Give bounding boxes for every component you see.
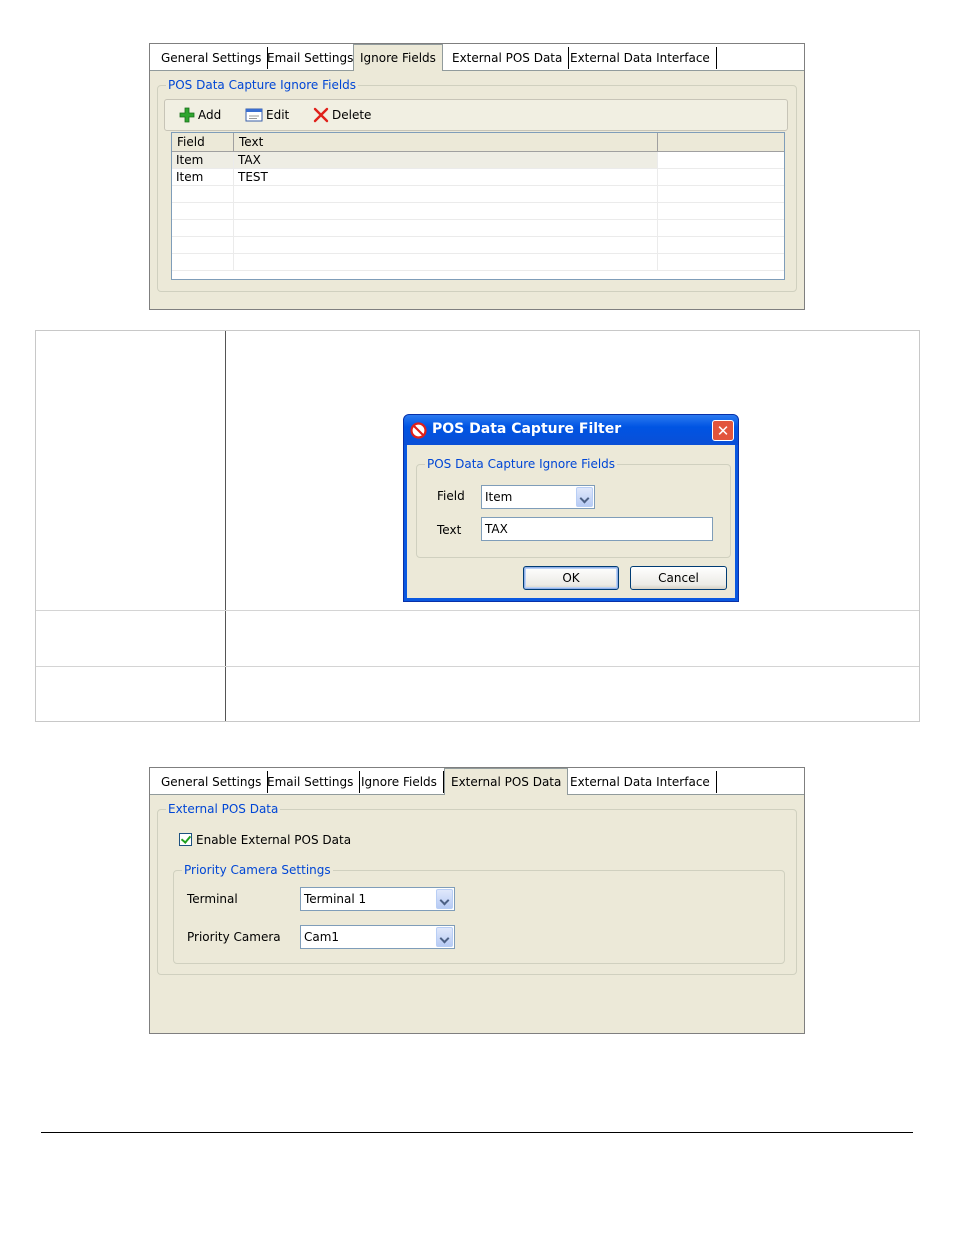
add-button[interactable]: Add — [179, 105, 221, 125]
field-select[interactable]: Item — [481, 485, 595, 509]
dialog-title: POS Data Capture Filter — [432, 421, 622, 437]
cell-extra — [658, 152, 784, 168]
column-header-text[interactable]: Text — [234, 133, 658, 151]
column-divider — [225, 331, 226, 721]
delete-x-icon — [313, 107, 329, 123]
table-header: Field Text — [172, 133, 784, 152]
table-row-empty — [172, 254, 784, 271]
pos-data-capture-filter-dialog: POS Data Capture Filter ✕ POS Data Captu… — [403, 414, 739, 602]
group-title: POS Data Capture Ignore Fields — [166, 78, 359, 92]
ignore-fields-group: POS Data Capture Ignore Fields Add Edit … — [157, 78, 797, 292]
table-row-empty — [172, 237, 784, 254]
dialog-ignore-fields-group: POS Data Capture Ignore Fields Field Ite… — [416, 457, 731, 558]
tab-ignore-fields[interactable]: Ignore Fields — [355, 771, 444, 793]
enable-external-pos-checkbox[interactable] — [179, 833, 192, 846]
tab-email-settings[interactable]: Email Settings — [261, 771, 361, 793]
footer-rule — [41, 1132, 913, 1133]
dialog-body: POS Data Capture Ignore Fields Field Ite… — [407, 445, 735, 598]
table-row[interactable]: Item TEST — [172, 169, 784, 186]
cancel-button[interactable]: Cancel — [630, 566, 727, 590]
enable-external-pos-label[interactable]: Enable External POS Data — [196, 833, 351, 847]
edit-button[interactable]: Edit — [245, 105, 289, 125]
terminal-select[interactable]: Terminal 1 — [300, 887, 455, 911]
chevron-down-icon[interactable] — [436, 927, 453, 947]
add-button-label: Add — [198, 108, 222, 122]
tab-external-pos-data[interactable]: External POS Data — [446, 47, 570, 69]
tab-external-pos-data[interactable]: External POS Data — [444, 768, 569, 795]
edit-button-label: Edit — [266, 108, 290, 122]
tab-strip: General Settings Email Settings Ignore F… — [150, 768, 804, 795]
field-select-value: Item — [485, 490, 513, 504]
cell-field: Item — [172, 152, 234, 168]
table-row-empty — [172, 203, 784, 220]
chevron-down-icon[interactable] — [436, 889, 453, 909]
tab-external-data-interface[interactable]: External Data Interface — [564, 771, 717, 793]
table-row[interactable]: Item TAX — [172, 152, 784, 169]
text-input-value: TAX — [485, 522, 508, 536]
field-label: Field — [437, 489, 465, 503]
ok-button[interactable]: OK — [523, 566, 619, 590]
priority-camera-group: Priority Camera Settings Terminal Termin… — [173, 863, 785, 964]
dialog-group-title: POS Data Capture Ignore Fields — [425, 457, 618, 471]
chevron-down-icon[interactable] — [576, 487, 593, 507]
tab-strip: General Settings Email Settings Ignore F… — [150, 44, 804, 71]
text-label: Text — [437, 523, 462, 537]
row-divider — [36, 666, 919, 667]
delete-button[interactable]: Delete — [313, 105, 371, 125]
terminal-label: Terminal — [187, 892, 238, 906]
ignore-fields-panel: General Settings Email Settings Ignore F… — [149, 43, 805, 310]
table-row-empty — [172, 220, 784, 237]
cell-text: TAX — [234, 152, 658, 168]
text-input[interactable]: TAX — [481, 517, 713, 541]
ignore-fields-toolbar: Add Edit Delete — [164, 99, 788, 131]
tab-ignore-fields[interactable]: Ignore Fields — [353, 44, 443, 71]
terminal-select-value: Terminal 1 — [304, 892, 367, 906]
priority-camera-label: Priority Camera — [187, 930, 281, 944]
external-pos-data-group: External POS Data Enable External POS Da… — [157, 802, 797, 975]
ignore-fields-table: Field Text Item TAX Item TEST — [171, 132, 785, 280]
group-title: External POS Data — [166, 802, 281, 816]
priority-camera-select-value: Cam1 — [304, 930, 340, 944]
table-row-empty — [172, 186, 784, 203]
delete-button-label: Delete — [332, 108, 372, 122]
tab-general-settings[interactable]: General Settings — [155, 47, 269, 69]
priority-camera-select[interactable]: Cam1 — [300, 925, 455, 949]
priority-group-title: Priority Camera Settings — [182, 863, 333, 877]
tab-external-data-interface[interactable]: External Data Interface — [564, 47, 717, 69]
dialog-titlebar[interactable]: POS Data Capture Filter ✕ — [404, 415, 738, 445]
cell-field: Item — [172, 169, 234, 185]
tab-email-settings[interactable]: Email Settings — [261, 47, 361, 69]
tab-general-settings[interactable]: General Settings — [155, 771, 269, 793]
column-header-extra — [658, 133, 784, 151]
close-icon: ✕ — [716, 422, 730, 440]
edit-icon — [245, 108, 263, 122]
column-header-field[interactable]: Field — [172, 133, 234, 151]
close-button[interactable]: ✕ — [712, 420, 734, 441]
no-entry-icon — [410, 422, 427, 439]
cell-extra — [658, 169, 784, 185]
row-divider — [36, 610, 919, 611]
external-pos-data-panel: General Settings Email Settings Ignore F… — [149, 767, 805, 1034]
cell-text: TEST — [234, 169, 658, 185]
plus-icon — [179, 107, 195, 123]
